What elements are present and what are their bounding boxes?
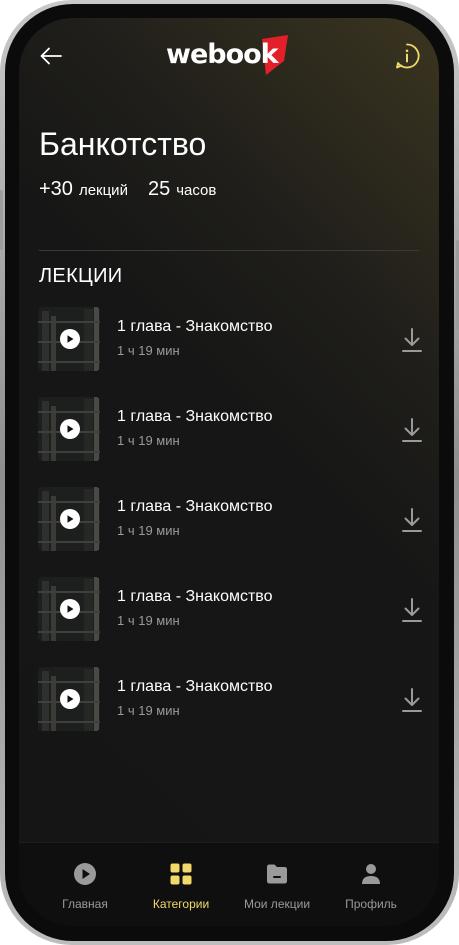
download-button[interactable]	[400, 506, 424, 534]
play-icon	[67, 425, 74, 433]
tab-label: Категории	[152, 897, 210, 911]
lecture-thumbnail	[38, 487, 100, 551]
back-button[interactable]	[37, 42, 65, 70]
folder-icon	[267, 864, 287, 884]
logo-text: webook	[166, 39, 279, 70]
download-icon	[402, 598, 422, 622]
download-icon	[402, 508, 422, 532]
play-button[interactable]	[60, 509, 80, 529]
lecture-item[interactable]: 1 глава - Знакомство 1 ч 19 мин	[19, 306, 439, 372]
lecture-item[interactable]: 1 глава - Знакомство 1 ч 19 мин	[19, 666, 439, 732]
lecture-title: 1 глава - Знакомство	[117, 408, 273, 425]
tab-label: Главная	[62, 897, 108, 911]
tab-profile[interactable]: Профиль	[321, 843, 421, 926]
app-screen: webook Банкотство +30 лекций 25 часов ЛЕ…	[19, 18, 439, 926]
download-icon	[402, 688, 422, 712]
tab-my-lectures[interactable]: Мои лекции	[227, 843, 327, 926]
page-title: Банкотство	[39, 126, 207, 162]
webook-logo: webook	[166, 35, 294, 75]
play-icon	[67, 695, 74, 703]
top-bar: webook	[19, 18, 439, 98]
lectures-count: +30	[39, 178, 73, 200]
download-icon	[402, 418, 422, 442]
lecture-item[interactable]: 1 глава - Знакомство 1 ч 19 мин	[19, 396, 439, 462]
grid-icon	[170, 863, 192, 885]
download-button[interactable]	[400, 416, 424, 444]
lecture-duration: 1 ч 19 мин	[117, 343, 180, 358]
play-button[interactable]	[60, 689, 80, 709]
section-title: ЛЕКЦИИ	[39, 265, 123, 287]
divider	[39, 250, 419, 251]
lecture-thumbnail	[38, 577, 100, 641]
lecture-duration: 1 ч 19 мин	[117, 523, 180, 538]
lecture-thumbnail	[38, 307, 100, 371]
bottom-tab-bar: Главная Категории Мои лекции Профиль	[19, 842, 439, 926]
play-circle-icon	[74, 863, 96, 885]
phone-frame: webook Банкотство +30 лекций 25 часов ЛЕ…	[0, 0, 459, 945]
download-button[interactable]	[400, 686, 424, 714]
lecture-duration: 1 ч 19 мин	[117, 703, 180, 718]
tab-home[interactable]: Главная	[35, 843, 135, 926]
category-stats: +30 лекций 25 часов	[39, 178, 216, 201]
hours-count: 25	[147, 178, 171, 200]
download-button[interactable]	[400, 596, 424, 624]
info-icon	[396, 43, 420, 69]
download-button[interactable]	[400, 326, 424, 354]
lecture-title: 1 глава - Знакомство	[117, 588, 273, 605]
download-icon	[402, 328, 422, 352]
lecture-title: 1 глава - Знакомство	[117, 318, 273, 335]
play-icon	[67, 605, 74, 613]
lecture-title: 1 глава - Знакомство	[117, 678, 273, 695]
play-button[interactable]	[60, 599, 80, 619]
lecture-duration: 1 ч 19 мин	[117, 433, 180, 448]
tab-categories[interactable]: Категории	[131, 843, 231, 926]
play-icon	[67, 335, 74, 343]
play-button[interactable]	[60, 329, 80, 349]
user-icon	[362, 864, 380, 884]
lecture-thumbnail	[38, 667, 100, 731]
lecture-item[interactable]: 1 глава - Знакомство 1 ч 19 мин	[19, 576, 439, 642]
side-button-left	[0, 190, 3, 250]
hours-unit: часов	[176, 182, 217, 199]
arrow-left-icon	[40, 47, 62, 65]
lecture-title: 1 глава - Знакомство	[117, 498, 273, 515]
lecture-duration: 1 ч 19 мин	[117, 613, 180, 628]
lecture-item[interactable]: 1 глава - Знакомство 1 ч 19 мин	[19, 486, 439, 552]
tab-label: Мои лекции	[243, 897, 311, 911]
lecture-thumbnail	[38, 397, 100, 461]
play-button[interactable]	[60, 419, 80, 439]
info-button[interactable]	[394, 43, 420, 69]
lectures-unit: лекций	[78, 182, 128, 199]
play-icon	[67, 515, 74, 523]
tab-label: Профиль	[345, 897, 397, 911]
